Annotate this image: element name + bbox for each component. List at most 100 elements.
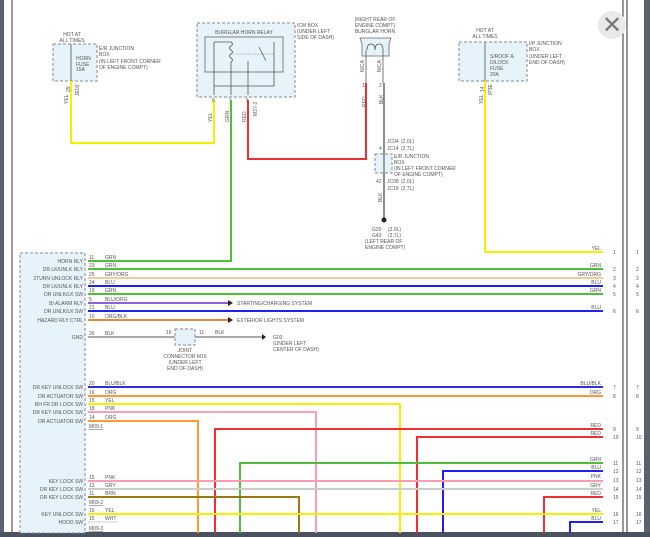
right-row: ORG 8 8	[590, 390, 639, 400]
right-row: GRY/ORG 3 3	[577, 272, 639, 282]
wire-label: GRY/ORG	[577, 272, 601, 278]
row-label: HOOD SW	[59, 520, 84, 526]
wire-label: GRY	[590, 483, 601, 489]
horn-fuse-box: HOT AT ALL TIMES HORN FUSE 15A E/R JUNCT…	[52, 32, 161, 104]
connector-label: JC08	[387, 179, 399, 185]
hot-label: ALL TIMES	[59, 38, 85, 44]
row-label: DR UNLK/LK SW	[44, 292, 83, 298]
row-number: 4	[613, 284, 616, 290]
row-label: HAZARD RLY CTRL	[37, 318, 83, 324]
row-number: 11	[613, 461, 618, 467]
row-label: KEY UNLOCK SW	[41, 512, 83, 518]
row-number-next-page: 1	[636, 250, 639, 256]
row-label: DR KEY UNLOCK SW	[33, 385, 83, 391]
pin-label: 26	[89, 331, 95, 337]
row-number: 1	[613, 250, 616, 256]
ground-icon	[262, 334, 266, 340]
row-number-next-page: 10	[636, 435, 642, 441]
row-number-next-page: 13	[636, 478, 642, 484]
arrow-icon	[228, 300, 233, 306]
ground-icon	[381, 217, 387, 223]
module-row: 2TURN UNLOCK RLY25 GRY/ORG	[33, 272, 603, 282]
module-rows: HORN RLY11 GRNDR LK/UNLK RLY23 GRN2TURN UN…	[33, 255, 603, 526]
row-number: 16	[613, 512, 619, 518]
wire-yel-horn-fuse	[70, 81, 215, 144]
location-label: BOX	[529, 47, 540, 53]
wire-label: RED	[590, 491, 601, 497]
pin-label: 18	[89, 406, 95, 412]
row-label: DR LK/UNLK RLY	[43, 267, 84, 273]
location-label: OF ENGINE COMPT)	[394, 172, 443, 178]
row-label: HORN RLY	[58, 259, 84, 265]
location-label: BOX	[99, 52, 110, 58]
row-label: 2TURN UNLOCK RLY	[33, 276, 83, 282]
wire-label: ORG	[105, 415, 117, 421]
connector-label: IP3E	[488, 83, 494, 95]
row-number-next-page: 9	[636, 427, 639, 433]
arrow-icon	[228, 317, 233, 323]
location-label: END OF DASH)	[529, 60, 565, 66]
wire-label: GRN	[105, 255, 117, 261]
joint-connector: 16 11 BLK JOINT CONNECTOR M16 (UNDER LEF…	[88, 328, 319, 372]
pin-label: 15	[89, 398, 95, 404]
pin-label: 11	[89, 491, 94, 497]
variant-label: (2.0L)	[401, 139, 414, 145]
row-label: DR ACTUATOR SW	[38, 394, 83, 400]
connector-label: M09-1	[89, 424, 103, 430]
row-number-next-page: 7	[636, 385, 639, 391]
row-number-next-page: 16	[636, 512, 642, 518]
row-label: DR KEY LOCK SW	[40, 495, 83, 501]
joint-label: END OF DASH)	[167, 366, 203, 372]
wire-label: YEL	[592, 508, 602, 514]
module-row: DR UNLK/LK SW19 GRN	[44, 288, 603, 298]
connector-label: JC04	[387, 139, 399, 145]
wire-label: BLK	[378, 192, 384, 202]
module-row: KEY LOCK SW15 PNK	[49, 475, 603, 485]
ip-junction-box: HOT AT ALL TIMES S/ROOF & D/LOCK FUSE 20…	[458, 28, 565, 104]
row-label: KEY LOCK SW	[49, 479, 84, 485]
wire-label: BLK	[215, 330, 225, 336]
right-scroll-track[interactable]	[644, 0, 650, 537]
fuse-rating: 15A	[76, 67, 86, 73]
wire-label: YEL	[105, 398, 115, 404]
pin-label: 4	[379, 146, 382, 152]
pin-label: 6	[212, 98, 215, 104]
row-number: 8	[613, 394, 616, 400]
module-row: DR LK/UNLK RLY24 BLU	[43, 280, 603, 290]
connector-label: M37-2	[253, 102, 259, 116]
row-label: DR UNLK/LK SW	[44, 309, 83, 315]
pin-label: 42	[376, 179, 382, 185]
wire-label: BLU/BLK	[580, 381, 601, 387]
row-label: DR KEY UNLOCK SW	[33, 410, 83, 416]
wire-yel-ip-fuse	[484, 81, 603, 253]
row-number: 14	[613, 487, 619, 493]
pin-label: 1	[362, 83, 365, 89]
right-row: RED 10 10	[590, 431, 641, 441]
row-label: GND	[72, 335, 84, 341]
wire-label: YEL	[208, 112, 214, 122]
close-button[interactable]: ✕	[598, 11, 626, 39]
row-number-next-page: 4	[636, 284, 639, 290]
nca-label: N/CA	[377, 59, 383, 72]
hot-label: ALL TIMES	[472, 34, 498, 40]
location-label: ENGINE COMPT)	[365, 245, 406, 251]
row-number: 12	[613, 469, 619, 475]
wire-label: BLU	[591, 516, 601, 522]
row-number: 3	[613, 276, 616, 282]
wire-grn-horn-rly	[88, 100, 232, 262]
wiring-diagram: HOT AT ALL TIMES HORN FUSE 15A E/R JUNCT…	[0, 0, 650, 537]
row-label: B/ ALARM RLY	[49, 301, 83, 307]
row-number-next-page: 5	[636, 292, 639, 298]
wire-label: GRN	[590, 457, 602, 463]
wire-label: GRN	[590, 263, 602, 269]
pin-label: 11	[89, 255, 94, 261]
destination-label: EXTERIOR LIGHTS SYSTEM	[237, 318, 304, 324]
wire-label: YEL	[64, 94, 70, 104]
row-number-next-page: 8	[636, 394, 639, 400]
wire-label: PNK	[591, 474, 602, 480]
row-number-next-page: 15	[636, 495, 642, 501]
left-frame	[0, 0, 4, 537]
horn-title: BURGLAR HORN	[355, 29, 396, 35]
row-number-next-page: 11	[636, 461, 641, 467]
row-number: 15	[613, 495, 619, 501]
